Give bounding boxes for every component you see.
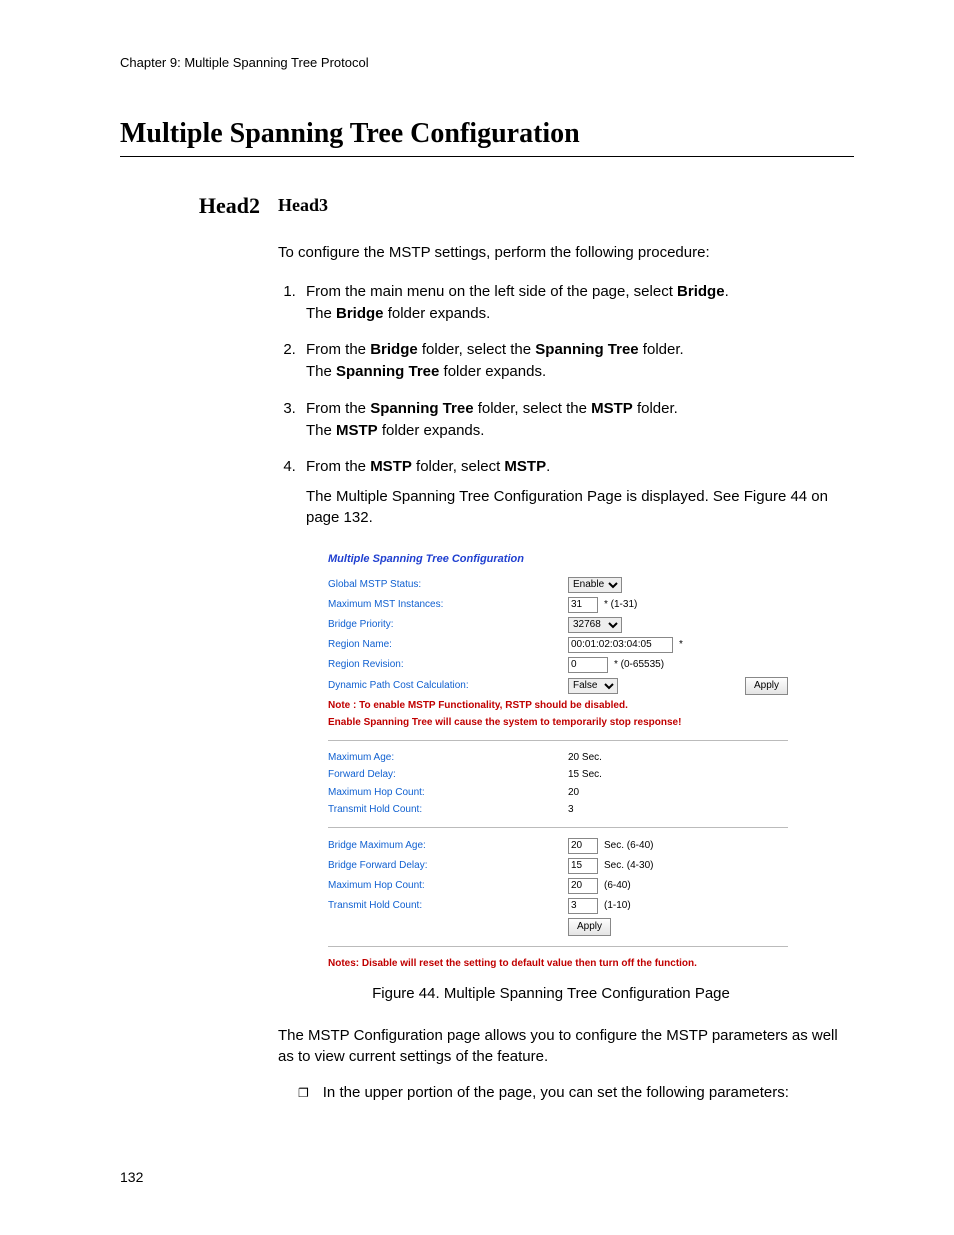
step-bold: MSTP — [504, 458, 546, 475]
bridge-max-age-input[interactable] — [568, 838, 598, 854]
bridge-priority-select[interactable]: 32768 — [568, 617, 622, 633]
ui-note-2: Enable Spanning Tree will cause the syst… — [328, 716, 788, 730]
step-text: . — [725, 283, 729, 300]
intro-text: To configure the MSTP settings, perform … — [278, 243, 854, 263]
bridge-priority-label: Bridge Priority: — [328, 618, 568, 632]
step-4: From the MSTP folder, select MSTP. The M… — [300, 457, 854, 528]
global-mstp-status-label: Global MSTP Status: — [328, 578, 568, 592]
bridge-max-age-hint: Sec. (6-40) — [604, 839, 653, 853]
divider — [328, 946, 788, 947]
chapter-header: Chapter 9: Multiple Spanning Tree Protoc… — [120, 55, 854, 70]
max-mst-instances-input[interactable] — [568, 597, 598, 613]
step-text: From the — [306, 400, 370, 417]
region-name-label: Region Name: — [328, 638, 568, 652]
step-text: From the main menu on the left side of t… — [306, 283, 677, 300]
region-name-input[interactable] — [568, 637, 673, 653]
bridge-forward-delay-label: Bridge Forward Delay: — [328, 859, 568, 873]
step-text: folder, select the — [474, 400, 592, 417]
region-revision-label: Region Revision: — [328, 658, 568, 672]
apply-button-bottom[interactable]: Apply — [568, 918, 611, 936]
transmit-hold-count-b-label: Transmit Hold Count: — [328, 899, 568, 913]
max-mst-instances-label: Maximum MST Instances: — [328, 598, 568, 612]
step-text: folder expands. — [378, 422, 485, 439]
max-hop-count-value: 20 — [568, 786, 579, 800]
step-text: folder, select — [412, 458, 505, 475]
max-age-value: 20 Sec. — [568, 751, 602, 765]
step-bold: Spanning Tree — [535, 341, 638, 358]
apply-button-top[interactable]: Apply — [745, 677, 788, 695]
max-hop-count-b-input[interactable] — [568, 878, 598, 894]
step-bold: Bridge — [677, 283, 725, 300]
figure-caption: Figure 44. Multiple Spanning Tree Config… — [248, 984, 854, 1004]
step-text: folder expands. — [384, 305, 491, 322]
bridge-max-age-label: Bridge Maximum Age: — [328, 839, 568, 853]
head3: Head3 — [278, 193, 854, 217]
ui-title: Multiple Spanning Tree Configuration — [328, 552, 788, 567]
step-text: folder. — [633, 400, 678, 417]
step-text: . — [546, 458, 550, 475]
step-1: From the main menu on the left side of t… — [300, 282, 854, 325]
step-text: folder, select the — [418, 341, 536, 358]
forward-delay-value: 15 Sec. — [568, 768, 602, 782]
bullet-text: In the upper portion of the page, you ca… — [323, 1083, 789, 1103]
head2: Head2 — [120, 193, 278, 1103]
step-text: The — [306, 422, 336, 439]
bullet-icon: ❐ — [298, 1083, 309, 1103]
step-bold: Bridge — [370, 341, 418, 358]
config-figure: Multiple Spanning Tree Configuration Glo… — [328, 552, 788, 970]
region-revision-hint: * (0-65535) — [614, 658, 664, 672]
step-text: From the — [306, 458, 370, 475]
step-text: folder expands. — [439, 363, 546, 380]
transmit-hold-count-value: 3 — [568, 803, 574, 817]
procedure-list: From the main menu on the left side of t… — [278, 282, 854, 528]
ui-note-1: Note : To enable MSTP Functionality, RST… — [328, 699, 788, 713]
page-title: Multiple Spanning Tree Configuration — [120, 118, 854, 157]
step-text: The — [306, 363, 336, 380]
step-bold: MSTP — [336, 422, 378, 439]
region-revision-input[interactable] — [568, 657, 608, 673]
region-name-hint: * — [679, 638, 683, 652]
step-bold: Bridge — [336, 305, 384, 322]
max-hop-count-b-label: Maximum Hop Count: — [328, 879, 568, 893]
transmit-hold-count-label: Transmit Hold Count: — [328, 803, 568, 817]
dynamic-path-cost-label: Dynamic Path Cost Calculation: — [328, 679, 568, 693]
max-mst-instances-hint: * (1-31) — [604, 598, 637, 612]
step-bold: Spanning Tree — [370, 400, 473, 417]
step-text: The — [306, 305, 336, 322]
max-age-label: Maximum Age: — [328, 751, 568, 765]
max-hop-count-label: Maximum Hop Count: — [328, 786, 568, 800]
transmit-hold-count-b-input[interactable] — [568, 898, 598, 914]
global-mstp-status-select[interactable]: Enable — [568, 577, 622, 593]
forward-delay-label: Forward Delay: — [328, 768, 568, 782]
after-figure-text: The MSTP Configuration page allows you t… — [278, 1026, 854, 1067]
ui-note-3: Notes: Disable will reset the setting to… — [328, 957, 788, 971]
transmit-hold-count-b-hint: (1-10) — [604, 899, 631, 913]
step-bold: Spanning Tree — [336, 363, 439, 380]
step-text: From the — [306, 341, 370, 358]
divider — [328, 827, 788, 828]
step-bold: MSTP — [591, 400, 633, 417]
bridge-forward-delay-hint: Sec. (4-30) — [604, 859, 653, 873]
step-text: folder. — [639, 341, 684, 358]
max-hop-count-b-hint: (6-40) — [604, 879, 631, 893]
bridge-forward-delay-input[interactable] — [568, 858, 598, 874]
step-note: The Multiple Spanning Tree Configuration… — [306, 487, 854, 528]
step-3: From the Spanning Tree folder, select th… — [300, 399, 854, 442]
dynamic-path-cost-select[interactable]: False — [568, 678, 618, 694]
step-bold: MSTP — [370, 458, 412, 475]
page-number: 132 — [120, 1169, 143, 1185]
divider — [328, 740, 788, 741]
step-2: From the Bridge folder, select the Spann… — [300, 340, 854, 383]
